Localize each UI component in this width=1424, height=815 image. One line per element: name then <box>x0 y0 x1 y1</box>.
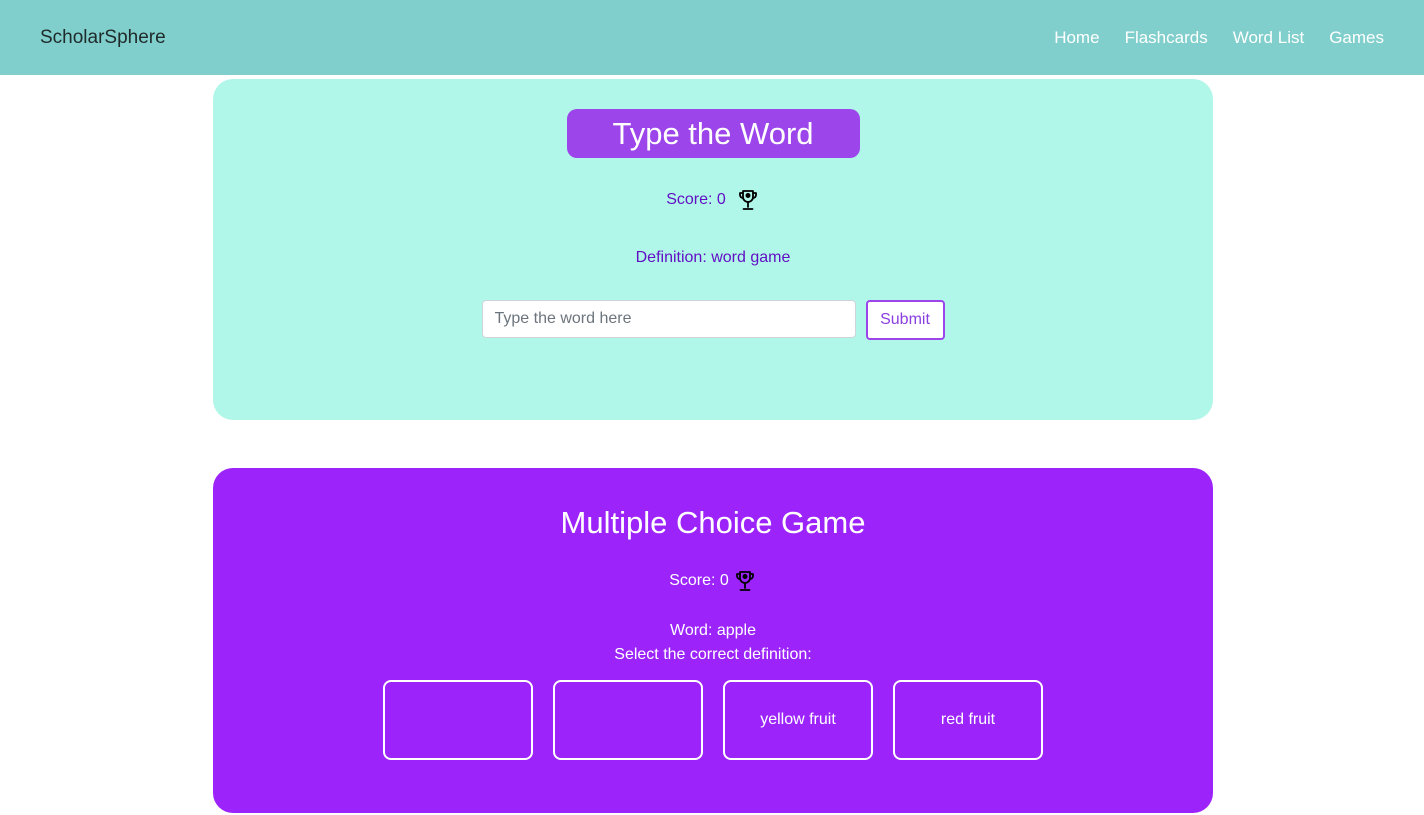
trophy-icon <box>738 190 757 210</box>
multiple-choice-title: Multiple Choice Game <box>560 505 866 540</box>
multiple-choice-card: Multiple Choice Game Score: 0 Word: appl… <box>213 468 1213 813</box>
option-button-4[interactable]: red fruit <box>893 680 1043 760</box>
word-text: Word: apple <box>670 622 756 639</box>
nav-link-games[interactable]: Games <box>1329 28 1384 48</box>
nav-links: Home Flashcards Word List Games <box>1054 28 1384 48</box>
definition-text: Definition: word game <box>635 249 791 266</box>
nav-link-word-list[interactable]: Word List <box>1233 28 1305 48</box>
word-input[interactable] <box>481 300 856 338</box>
option-button-1[interactable] <box>383 680 533 760</box>
score-label: Score: 0 <box>666 191 726 208</box>
score-label: Score: 0 <box>669 572 729 589</box>
type-word-card: Type the Word Score: 0 Definition: word … <box>213 79 1213 420</box>
type-word-score: Score: 0 <box>666 188 760 212</box>
type-word-form: Submit <box>481 300 945 340</box>
options-group: yellow fruit red fruit <box>383 680 1043 760</box>
word-prompt: Word: apple Select the correct definitio… <box>614 619 811 667</box>
option-button-2[interactable] <box>553 680 703 760</box>
nav-link-flashcards[interactable]: Flashcards <box>1125 28 1208 48</box>
brand-link[interactable]: ScholarSphere <box>40 27 166 49</box>
multiple-choice-score: Score: 0 <box>669 569 757 593</box>
option-button-3[interactable]: yellow fruit <box>723 680 873 760</box>
navbar: ScholarSphere Home Flashcards Word List … <box>0 0 1424 75</box>
submit-button[interactable]: Submit <box>865 300 945 340</box>
instruction-text: Select the correct definition: <box>614 646 812 663</box>
trophy-icon <box>735 571 754 591</box>
type-word-title: Type the Word <box>566 109 860 158</box>
nav-link-home[interactable]: Home <box>1054 28 1099 48</box>
